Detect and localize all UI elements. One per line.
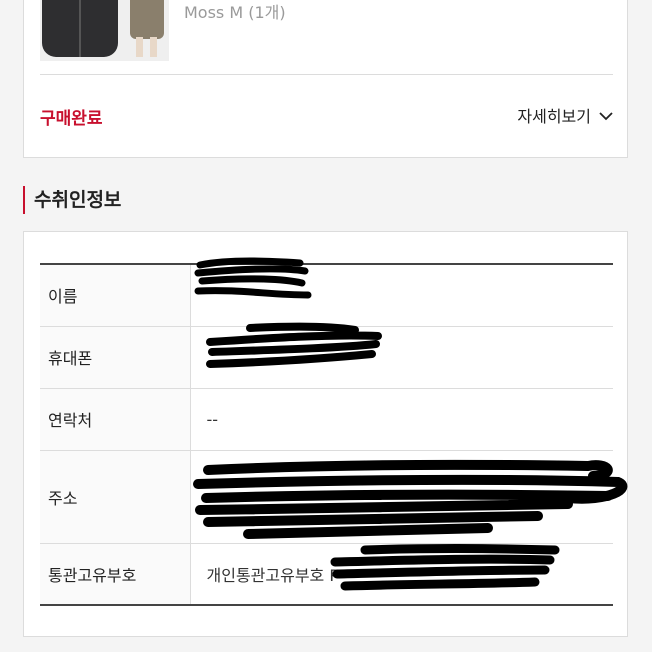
table-row: 주소 bbox=[40, 450, 613, 544]
product-option: Moss M (1개) bbox=[184, 3, 286, 22]
product-thumbnail[interactable] bbox=[40, 0, 169, 61]
order-card: Moss M (1개) 구매완료 자세히보기 bbox=[23, 0, 628, 158]
row-label-mobile: 휴대폰 bbox=[40, 326, 191, 389]
order-status: 구매완료 bbox=[40, 109, 103, 129]
model-image bbox=[130, 0, 164, 39]
jacket-image bbox=[42, 0, 118, 57]
row-value-name bbox=[190, 264, 613, 327]
row-label-contact: 연락처 bbox=[40, 388, 191, 451]
recipient-info-card: 이름 휴대폰 연락처 -- 주소 통관고유부호 개인통관고유부호 P bbox=[23, 231, 628, 637]
table-row: 이름 bbox=[40, 264, 613, 327]
row-label-name: 이름 bbox=[40, 264, 191, 327]
table-row: 연락처 -- bbox=[40, 388, 613, 451]
section-title: 수취인정보 bbox=[23, 186, 121, 214]
view-details-label: 자세히보기 bbox=[517, 107, 591, 126]
table-row: 통관고유부호 개인통관고유부호 P bbox=[40, 543, 613, 605]
row-value-address bbox=[190, 450, 613, 544]
view-details-button[interactable]: 자세히보기 bbox=[517, 103, 613, 127]
divider bbox=[40, 74, 613, 75]
row-value-contact: -- bbox=[190, 388, 613, 451]
row-value-customs: 개인통관고유부호 P bbox=[206, 565, 340, 585]
row-value-mobile bbox=[190, 326, 613, 389]
row-label-customs: 통관고유부호 bbox=[40, 543, 191, 605]
recipient-table: 이름 휴대폰 연락처 -- 주소 통관고유부호 개인통관고유부호 P bbox=[40, 263, 613, 606]
model-leg bbox=[150, 37, 157, 57]
chevron-down-icon bbox=[599, 106, 613, 125]
table-row: 휴대폰 bbox=[40, 326, 613, 389]
row-label-address: 주소 bbox=[40, 450, 191, 544]
model-leg bbox=[136, 37, 143, 57]
